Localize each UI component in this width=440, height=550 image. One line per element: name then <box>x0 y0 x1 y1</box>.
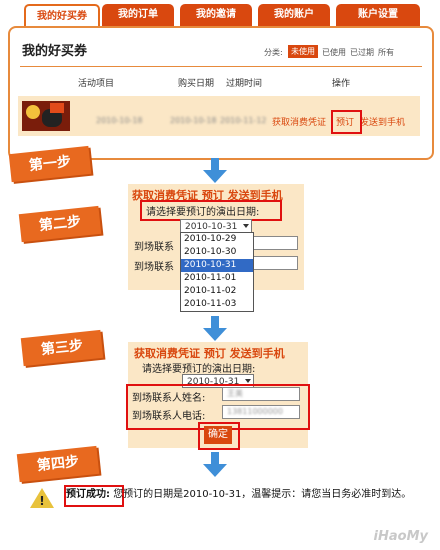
event-thumbnail <box>22 101 70 131</box>
arrow-down-icon <box>203 452 227 477</box>
chevron-down-icon <box>245 379 251 383</box>
divider <box>20 66 422 67</box>
date-option[interactable]: 2010-10-29 <box>181 233 253 246</box>
contact-name-input[interactable] <box>250 236 298 250</box>
contact-name-input[interactable]: 王美 <box>222 387 300 401</box>
date-option[interactable]: 2010-11-03 <box>181 298 253 311</box>
get-voucher-link[interactable]: 获取消费凭证 <box>272 115 326 128</box>
highlight-box <box>198 422 240 450</box>
filter-expired[interactable]: 已过期 <box>350 47 374 58</box>
step-4-badge: 第四步 <box>16 445 100 483</box>
filter-label: 分类: <box>264 48 283 57</box>
tab-label: 我的好买券 <box>37 11 87 22</box>
step-3-badge: 第三步 <box>20 329 104 367</box>
filter-used[interactable]: 已使用 <box>322 47 346 58</box>
result-text: 您预订的日期是2010-10-31，温馨提示：请您当日务必准时到达。 <box>113 489 412 500</box>
tab-my-account[interactable]: 我的账户 <box>258 4 330 26</box>
tab-my-invites[interactable]: 我的邀请 <box>180 4 252 26</box>
date-option-selected[interactable]: 2010-10-31 <box>181 259 253 272</box>
highlight-box <box>140 200 282 221</box>
contact-phone-label: 到场联系 <box>134 262 174 273</box>
col-actions: 操作 <box>332 79 351 89</box>
filter-all[interactable]: 所有 <box>378 47 394 58</box>
filter-unused[interactable]: 未使用 <box>288 45 318 58</box>
date-dropdown[interactable]: 2010-10-29 2010-10-30 2010-10-31 2010-11… <box>180 232 254 312</box>
col-purchase-date: 购买日期 <box>178 79 215 89</box>
date-option[interactable]: 2010-10-30 <box>181 246 253 259</box>
col-item: 活动项目 <box>78 79 115 89</box>
highlight-box <box>331 110 362 134</box>
input-value: 13811000000 <box>227 407 283 416</box>
tab-label: 我的订单 <box>118 9 158 20</box>
tab-label: 我的邀请 <box>196 9 236 20</box>
expire-date: 2010-11-12 <box>220 116 267 125</box>
date-option[interactable]: 2010-11-01 <box>181 272 253 285</box>
step-3-actions: 获取消费凭证 预订 发送到手机 <box>134 347 285 360</box>
warning-mark: ! <box>39 494 45 508</box>
tab-label: 账户设置 <box>358 9 398 20</box>
input-value: 王美 <box>227 389 243 398</box>
coupon-panel: 我的好买券 分类: 未使用 已使用 已过期 所有 活动项目 购买日期 过期时间 … <box>8 26 434 160</box>
arrow-down-icon <box>203 316 227 341</box>
tab-my-orders[interactable]: 我的订单 <box>102 4 174 26</box>
date-prompt: 请选择要预订的演出日期: <box>142 364 256 375</box>
contact-name-label: 到场联系人姓名: <box>132 393 206 404</box>
item-text: 2010-10-18 <box>96 116 143 125</box>
site-watermark: iHaoMy <box>373 529 428 544</box>
panel-title: 我的好买券 <box>22 44 88 59</box>
contact-name-label: 到场联系 <box>134 242 174 253</box>
contact-phone-label: 到场联系人电话: <box>132 411 206 422</box>
tab-my-coupons[interactable]: 我的好买券 <box>24 4 100 28</box>
col-expire-date: 过期时间 <box>226 79 263 89</box>
step-2-badge: 第二步 <box>18 205 102 243</box>
contact-phone-input[interactable] <box>250 256 298 270</box>
date-select[interactable]: 2010-10-31 <box>180 219 252 233</box>
arrow-down-icon <box>203 158 227 183</box>
send-to-phone-link[interactable]: 发送到手机 <box>360 115 405 128</box>
result-message: 预订成功: 您预订的日期是2010-10-31，温馨提示：请您当日务必准时到达。 <box>66 487 416 502</box>
contact-phone-input[interactable]: 13811000000 <box>222 405 300 419</box>
select-value: 2010-10-31 <box>185 222 238 232</box>
date-option[interactable]: 2010-11-02 <box>181 285 253 298</box>
tab-label: 我的账户 <box>274 9 314 20</box>
result-status: 预订成功: <box>66 489 110 500</box>
chevron-down-icon <box>243 224 249 228</box>
tab-account-settings[interactable]: 账户设置 <box>336 4 420 26</box>
purchase-date: 2010-10-18 <box>170 116 217 125</box>
